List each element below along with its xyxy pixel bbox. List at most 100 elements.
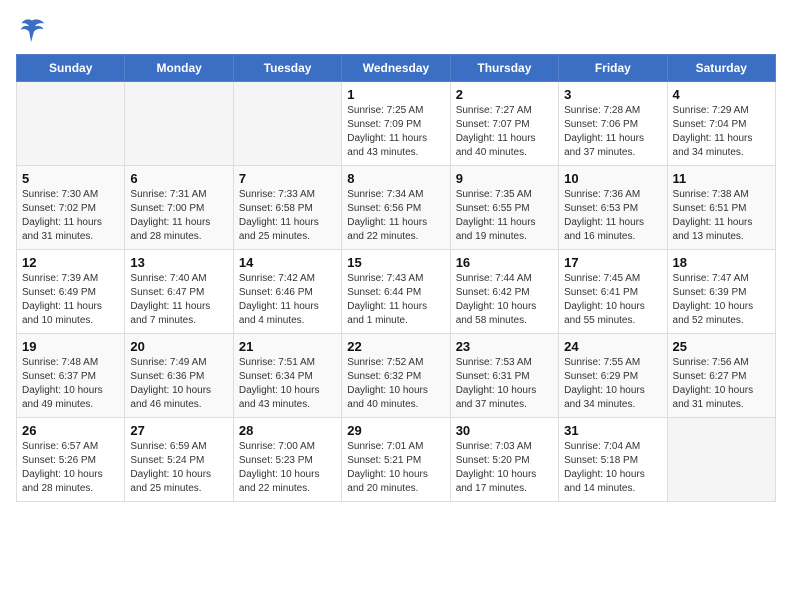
day-number: 16 xyxy=(456,255,553,270)
day-info: Sunrise: 7:39 AM Sunset: 6:49 PM Dayligh… xyxy=(22,272,119,328)
day-number: 12 xyxy=(22,255,119,270)
calendar-cell: 28Sunrise: 7:00 AM Sunset: 5:23 PM Dayli… xyxy=(233,418,341,502)
day-info: Sunrise: 7:00 AM Sunset: 5:23 PM Dayligh… xyxy=(239,440,336,496)
day-number: 10 xyxy=(564,171,661,186)
day-of-week-tuesday: Tuesday xyxy=(233,55,341,82)
day-number: 26 xyxy=(22,423,119,438)
day-info: Sunrise: 7:55 AM Sunset: 6:29 PM Dayligh… xyxy=(564,356,661,412)
logo-bird-icon xyxy=(18,16,46,44)
day-number: 21 xyxy=(239,339,336,354)
day-info: Sunrise: 7:44 AM Sunset: 6:42 PM Dayligh… xyxy=(456,272,553,328)
day-number: 3 xyxy=(564,87,661,102)
calendar-header-row: SundayMondayTuesdayWednesdayThursdayFrid… xyxy=(17,55,776,82)
day-number: 5 xyxy=(22,171,119,186)
day-of-week-thursday: Thursday xyxy=(450,55,558,82)
day-number: 8 xyxy=(347,171,444,186)
calendar-cell: 9 Sunrise: 7:35 AM Sunset: 6:55 PM Daylig… xyxy=(450,166,558,250)
day-info: Sunrise: 7:27 AM Sunset: 7:07 PM Dayligh… xyxy=(456,104,553,160)
calendar-cell: 11 Sunrise: 7:38 AM Sunset: 6:51 PM Dayli… xyxy=(667,166,775,250)
calendar-cell: 13 Sunrise: 7:40 AM Sunset: 6:47 PM Dayli… xyxy=(125,250,233,334)
day-info: Sunrise: 7:35 AM Sunset: 6:55 PM Dayligh… xyxy=(456,188,553,244)
day-info: Sunrise: 7:45 AM Sunset: 6:41 PM Dayligh… xyxy=(564,272,661,328)
calendar-cell xyxy=(233,82,341,166)
page-header xyxy=(16,16,776,44)
calendar-week-row: 19Sunrise: 7:48 AM Sunset: 6:37 PM Dayli… xyxy=(17,334,776,418)
day-number: 24 xyxy=(564,339,661,354)
day-number: 17 xyxy=(564,255,661,270)
day-number: 31 xyxy=(564,423,661,438)
day-info: Sunrise: 7:28 AM Sunset: 7:06 PM Dayligh… xyxy=(564,104,661,160)
day-number: 25 xyxy=(673,339,770,354)
calendar-cell: 24 Sunrise: 7:55 AM Sunset: 6:29 PM Dayli… xyxy=(559,334,667,418)
day-info: Sunrise: 7:42 AM Sunset: 6:46 PM Dayligh… xyxy=(239,272,336,328)
day-info: Sunrise: 6:57 AM Sunset: 5:26 PM Dayligh… xyxy=(22,440,119,496)
calendar-cell: 7 Sunrise: 7:33 AM Sunset: 6:58 PM Daylig… xyxy=(233,166,341,250)
calendar-week-row: 5 Sunrise: 7:30 AM Sunset: 7:02 PM Daylig… xyxy=(17,166,776,250)
day-number: 11 xyxy=(673,171,770,186)
day-number: 23 xyxy=(456,339,553,354)
calendar-cell: 14 Sunrise: 7:42 AM Sunset: 6:46 PM Dayli… xyxy=(233,250,341,334)
day-info: Sunrise: 7:33 AM Sunset: 6:58 PM Dayligh… xyxy=(239,188,336,244)
day-info: Sunrise: 7:31 AM Sunset: 7:00 PM Dayligh… xyxy=(130,188,227,244)
day-number: 4 xyxy=(673,87,770,102)
calendar-cell: 3 Sunrise: 7:28 AM Sunset: 7:06 PM Daylig… xyxy=(559,82,667,166)
day-info: Sunrise: 7:01 AM Sunset: 5:21 PM Dayligh… xyxy=(347,440,444,496)
calendar-cell: 29 Sunrise: 7:01 AM Sunset: 5:21 PM Dayli… xyxy=(342,418,450,502)
day-number: 22 xyxy=(347,339,444,354)
day-number: 2 xyxy=(456,87,553,102)
day-number: 18 xyxy=(673,255,770,270)
day-of-week-monday: Monday xyxy=(125,55,233,82)
day-number: 14 xyxy=(239,255,336,270)
calendar-cell: 6 Sunrise: 7:31 AM Sunset: 7:00 PM Daylig… xyxy=(125,166,233,250)
calendar-cell: 21 Sunrise: 7:51 AM Sunset: 6:34 PM Dayli… xyxy=(233,334,341,418)
day-info: Sunrise: 7:36 AM Sunset: 6:53 PM Dayligh… xyxy=(564,188,661,244)
calendar-cell xyxy=(17,82,125,166)
day-info: Sunrise: 7:53 AM Sunset: 6:31 PM Dayligh… xyxy=(456,356,553,412)
day-info: Sunrise: 7:51 AM Sunset: 6:34 PM Dayligh… xyxy=(239,356,336,412)
day-info: Sunrise: 7:04 AM Sunset: 5:18 PM Dayligh… xyxy=(564,440,661,496)
day-number: 6 xyxy=(130,171,227,186)
calendar-cell: 4Sunrise: 7:29 AM Sunset: 7:04 PM Daylig… xyxy=(667,82,775,166)
day-number: 7 xyxy=(239,171,336,186)
day-info: Sunrise: 7:34 AM Sunset: 6:56 PM Dayligh… xyxy=(347,188,444,244)
day-info: Sunrise: 7:40 AM Sunset: 6:47 PM Dayligh… xyxy=(130,272,227,328)
calendar-cell: 2 Sunrise: 7:27 AM Sunset: 7:07 PM Daylig… xyxy=(450,82,558,166)
day-number: 30 xyxy=(456,423,553,438)
logo xyxy=(16,16,46,44)
calendar-cell: 10 Sunrise: 7:36 AM Sunset: 6:53 PM Dayli… xyxy=(559,166,667,250)
calendar-cell: 1 Sunrise: 7:25 AM Sunset: 7:09 PM Daylig… xyxy=(342,82,450,166)
day-number: 1 xyxy=(347,87,444,102)
day-of-week-wednesday: Wednesday xyxy=(342,55,450,82)
calendar-cell: 12 Sunrise: 7:39 AM Sunset: 6:49 PM Dayli… xyxy=(17,250,125,334)
calendar-cell: 23 Sunrise: 7:53 AM Sunset: 6:31 PM Dayli… xyxy=(450,334,558,418)
calendar-cell: 25Sunrise: 7:56 AM Sunset: 6:27 PM Dayli… xyxy=(667,334,775,418)
calendar-cell: 19Sunrise: 7:48 AM Sunset: 6:37 PM Dayli… xyxy=(17,334,125,418)
calendar-cell: 31 Sunrise: 7:04 AM Sunset: 5:18 PM Dayli… xyxy=(559,418,667,502)
day-info: Sunrise: 7:52 AM Sunset: 6:32 PM Dayligh… xyxy=(347,356,444,412)
day-info: Sunrise: 7:25 AM Sunset: 7:09 PM Dayligh… xyxy=(347,104,444,160)
day-info: Sunrise: 7:47 AM Sunset: 6:39 PM Dayligh… xyxy=(673,272,770,328)
day-info: Sunrise: 7:43 AM Sunset: 6:44 PM Dayligh… xyxy=(347,272,444,328)
calendar-cell: 8 Sunrise: 7:34 AM Sunset: 6:56 PM Daylig… xyxy=(342,166,450,250)
day-of-week-friday: Friday xyxy=(559,55,667,82)
calendar-cell: 17 Sunrise: 7:45 AM Sunset: 6:41 PM Dayli… xyxy=(559,250,667,334)
day-number: 20 xyxy=(130,339,227,354)
calendar-week-row: 12 Sunrise: 7:39 AM Sunset: 6:49 PM Dayli… xyxy=(17,250,776,334)
day-of-week-saturday: Saturday xyxy=(667,55,775,82)
day-number: 9 xyxy=(456,171,553,186)
day-number: 13 xyxy=(130,255,227,270)
day-of-week-sunday: Sunday xyxy=(17,55,125,82)
calendar-week-row: 26 Sunrise: 6:57 AM Sunset: 5:26 PM Dayli… xyxy=(17,418,776,502)
calendar-cell: 22 Sunrise: 7:52 AM Sunset: 6:32 PM Dayli… xyxy=(342,334,450,418)
calendar-cell xyxy=(667,418,775,502)
day-info: Sunrise: 7:38 AM Sunset: 6:51 PM Dayligh… xyxy=(673,188,770,244)
day-number: 15 xyxy=(347,255,444,270)
day-number: 29 xyxy=(347,423,444,438)
calendar-cell xyxy=(125,82,233,166)
calendar-cell: 20Sunrise: 7:49 AM Sunset: 6:36 PM Dayli… xyxy=(125,334,233,418)
day-info: Sunrise: 7:30 AM Sunset: 7:02 PM Dayligh… xyxy=(22,188,119,244)
calendar-cell: 30Sunrise: 7:03 AM Sunset: 5:20 PM Dayli… xyxy=(450,418,558,502)
calendar-cell: 27Sunrise: 6:59 AM Sunset: 5:24 PM Dayli… xyxy=(125,418,233,502)
calendar-week-row: 1 Sunrise: 7:25 AM Sunset: 7:09 PM Daylig… xyxy=(17,82,776,166)
calendar-cell: 16 Sunrise: 7:44 AM Sunset: 6:42 PM Dayli… xyxy=(450,250,558,334)
